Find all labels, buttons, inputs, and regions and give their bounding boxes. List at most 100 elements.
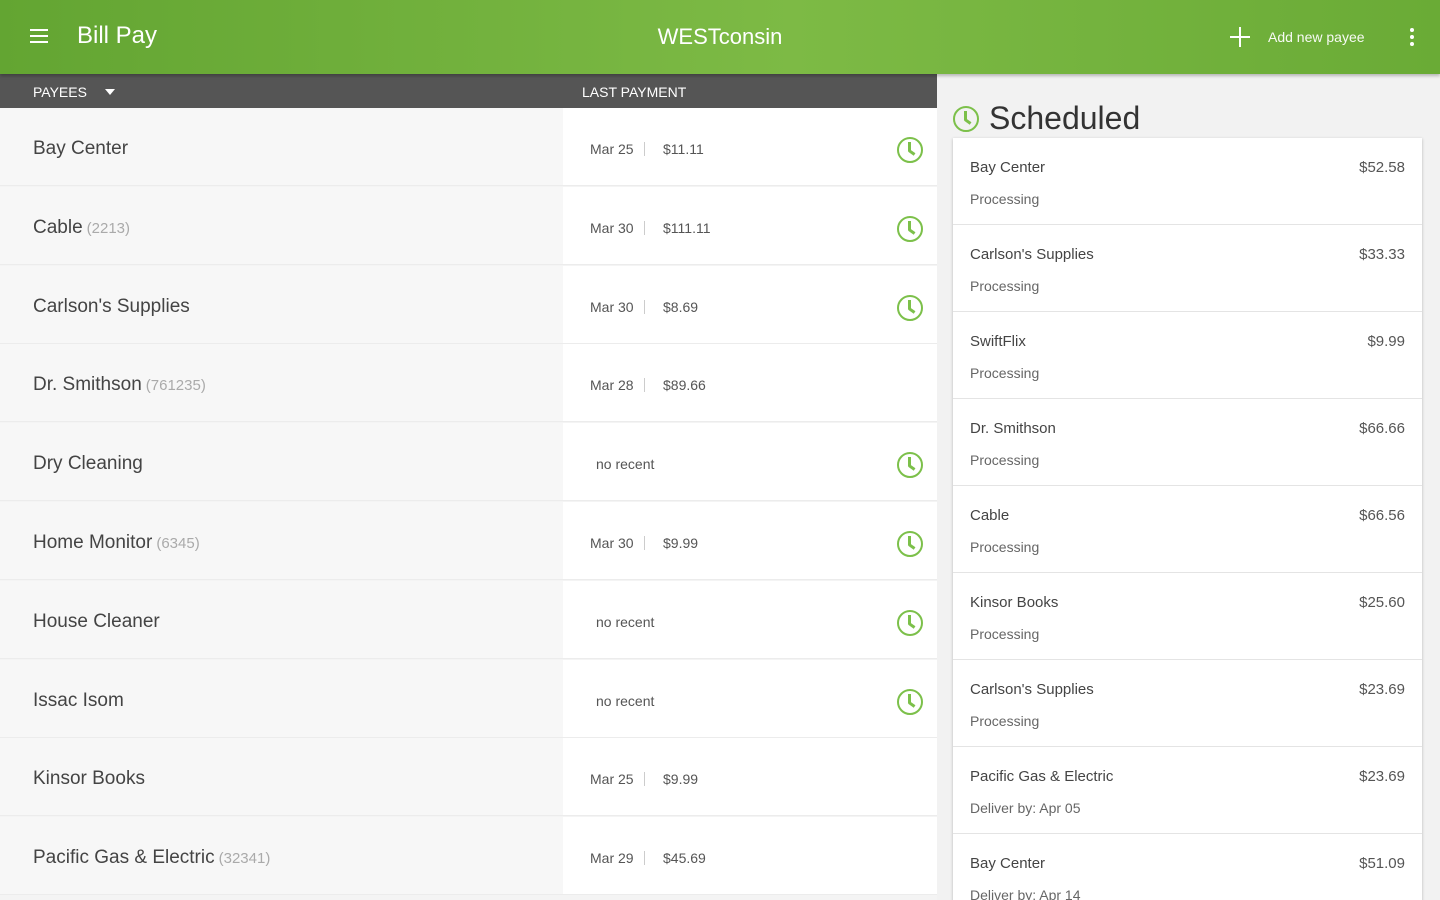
payee-name-text: Home Monitor <box>33 532 153 553</box>
last-payment-cell: no recent <box>563 659 937 738</box>
payee-row[interactable]: Home Monitor (6345) Mar 30 $9.99 <box>0 502 937 580</box>
payee-name-cell: House Cleaner <box>0 580 563 659</box>
payee-row[interactable]: Kinsor Books Mar 25 $9.99 <box>0 738 937 817</box>
payee-name-text: Carlson's Supplies <box>33 295 190 317</box>
scheduled-amount: $25.60 <box>1359 594 1405 611</box>
payee-name-cell: Bay Center <box>0 108 563 186</box>
scheduled-status: Processing <box>970 713 1040 729</box>
payee-name-cell: Pacific Gas & Electric (32341) <box>0 817 563 896</box>
add-new-payee-button[interactable]: Add new payee <box>1228 22 1365 52</box>
last-payment-cell: Mar 30 $111.11 <box>563 186 937 265</box>
scheduled-status: Processing <box>970 365 1040 381</box>
payees-sort-dropdown[interactable]: PAYEES <box>33 84 115 100</box>
scheduled-payment-card[interactable]: Carlson's Supplies $33.33 Processing <box>953 225 1422 312</box>
brand-logo: WESTconsin <box>657 24 783 49</box>
payee-account-number: (761235) <box>145 377 206 395</box>
scheduled-clock-icon[interactable] <box>897 294 923 321</box>
scheduled-payment-card[interactable]: Pacific Gas & Electric $23.69 Deliver by: … <box>953 747 1422 834</box>
last-payment-date: Mar 29 <box>590 851 645 866</box>
scheduled-status: Processing <box>970 191 1040 207</box>
payee-name-text: Cable <box>33 216 83 238</box>
payee-name: Issac Isom <box>33 690 124 712</box>
scheduled-clock-icon[interactable] <box>897 688 923 715</box>
menu-icon[interactable] <box>28 26 54 48</box>
add-new-payee-label: Add new payee <box>1268 29 1365 45</box>
payee-list: Bay Center Mar 25 $11.11 Cable (2213) Mar 30 $… <box>0 108 937 900</box>
scheduled-payment-card[interactable]: SwiftFlix $9.99 Processing <box>953 312 1422 399</box>
payee-row[interactable]: Dry Cleaning no recent <box>0 423 937 502</box>
last-payment-cell: Mar 30 $9.99 <box>563 502 937 580</box>
payee-name: Pacific Gas & Electric (32341) <box>33 847 270 869</box>
last-payment-date: Mar 25 <box>590 142 645 156</box>
scheduled-clock-icon[interactable] <box>897 609 923 636</box>
last-payment-amount: $8.69 <box>663 298 699 315</box>
last-payment-cell: Mar 30 $8.69 <box>563 265 937 344</box>
payee-row[interactable]: Issac Isom no recent <box>0 659 937 738</box>
scheduled-clock-icon[interactable] <box>897 215 923 242</box>
column-header: PAYEES LAST PAYMENT <box>0 74 937 108</box>
payee-name-cell: Issac Isom <box>0 659 563 738</box>
scheduled-amount: $9.99 <box>1367 333 1405 350</box>
last-payment-amount: $9.99 <box>663 771 699 788</box>
scheduled-payment-card[interactable]: Bay Center $52.58 Processing <box>953 138 1422 225</box>
scheduled-clock-icon[interactable] <box>897 531 923 557</box>
scheduled-amount: $23.69 <box>1359 681 1405 698</box>
payee-row[interactable]: Bay Center Mar 25 $11.11 <box>0 108 937 186</box>
scheduled-payee-name: Bay Center <box>970 855 1046 872</box>
payee-name-text: Bay Center <box>33 138 129 159</box>
caret-down-icon <box>104 89 115 95</box>
scheduled-status: Deliver by: Apr 14 <box>970 887 1081 900</box>
last-payment-cell: no recent <box>563 423 937 502</box>
scheduled-amount: $23.69 <box>1359 768 1405 785</box>
payee-account-number: (2213) <box>86 219 131 237</box>
scheduled-amount: $52.58 <box>1359 159 1405 176</box>
last-payment-date: Mar 30 <box>590 220 645 235</box>
scheduled-payment-card[interactable]: Cable $66.56 Processing <box>953 486 1422 573</box>
payee-name-text: House Cleaner <box>33 610 160 632</box>
scheduled-payment-card[interactable]: Carlson's Supplies $23.69 Processing <box>953 660 1422 747</box>
no-recent-payment: no recent <box>596 692 655 709</box>
scheduled-clock-icon[interactable] <box>897 137 923 163</box>
payee-row[interactable]: Pacific Gas & Electric (32341) Mar 29 $45.6… <box>0 817 937 896</box>
payee-name-text: Dry Cleaning <box>33 453 143 475</box>
scheduled-status: Deliver by: Apr 05 <box>970 800 1081 816</box>
last-payment-date: Mar 25 <box>590 772 645 787</box>
last-payment-cell: no recent <box>563 580 937 659</box>
payee-account-number: (6345) <box>156 535 200 552</box>
scheduled-payment-card[interactable]: Bay Center $51.09 Deliver by: Apr 14 <box>953 834 1422 900</box>
no-recent-payment: no recent <box>596 456 655 473</box>
payee-name: Dr. Smithson (761235) <box>33 374 206 396</box>
page-title: Bill Pay <box>77 22 158 49</box>
scheduled-payee-name: Bay Center <box>970 159 1046 176</box>
scheduled-payment-card[interactable]: Kinsor Books $25.60 Processing <box>953 573 1422 660</box>
scheduled-status: Processing <box>970 278 1040 294</box>
scheduled-payee-name: Kinsor Books <box>970 594 1059 611</box>
last-payment-cell: Mar 25 $9.99 <box>563 738 937 817</box>
payee-row[interactable]: Carlson's Supplies Mar 30 $8.69 <box>0 265 937 344</box>
payee-row[interactable]: Dr. Smithson (761235) Mar 28 $89.66 <box>0 344 937 423</box>
scheduled-status: Processing <box>970 539 1040 555</box>
payee-row[interactable]: House Cleaner no recent <box>0 580 937 659</box>
scheduled-payee-name: Carlson's Supplies <box>970 246 1094 263</box>
clock-icon <box>953 105 979 132</box>
payee-name: Home Monitor (6345) <box>33 532 200 554</box>
payee-name-text: Dr. Smithson <box>33 374 142 396</box>
payee-name: Bay Center <box>33 138 128 160</box>
last-payment-date: Mar 28 <box>590 378 645 393</box>
scheduled-status: Processing <box>970 626 1040 642</box>
scheduled-clock-icon[interactable] <box>897 452 923 479</box>
scheduled-panel: Scheduled Bay Center $52.58 Processing Carl… <box>937 74 1440 900</box>
scheduled-amount: $51.09 <box>1359 855 1405 872</box>
overflow-menu-icon[interactable] <box>1404 26 1420 48</box>
last-payment-cell: Mar 29 $45.69 <box>563 817 937 896</box>
last-payment-cell: Mar 28 $89.66 <box>563 344 937 423</box>
scheduled-list: Bay Center $52.58 Processing Carlson's Supp… <box>953 138 1422 900</box>
scheduled-payment-card[interactable]: Dr. Smithson $66.66 Processing <box>953 399 1422 486</box>
payee-name: Carlson's Supplies <box>33 296 190 318</box>
scheduled-payee-name: Dr. Smithson <box>970 420 1056 437</box>
payee-row[interactable]: Cable (2213) Mar 30 $111.11 <box>0 186 937 265</box>
payee-name-text: Kinsor Books <box>33 768 145 790</box>
payee-name: Dry Cleaning <box>33 453 143 475</box>
last-payment-amount: $9.99 <box>663 535 699 551</box>
scheduled-amount: $66.56 <box>1359 507 1405 524</box>
